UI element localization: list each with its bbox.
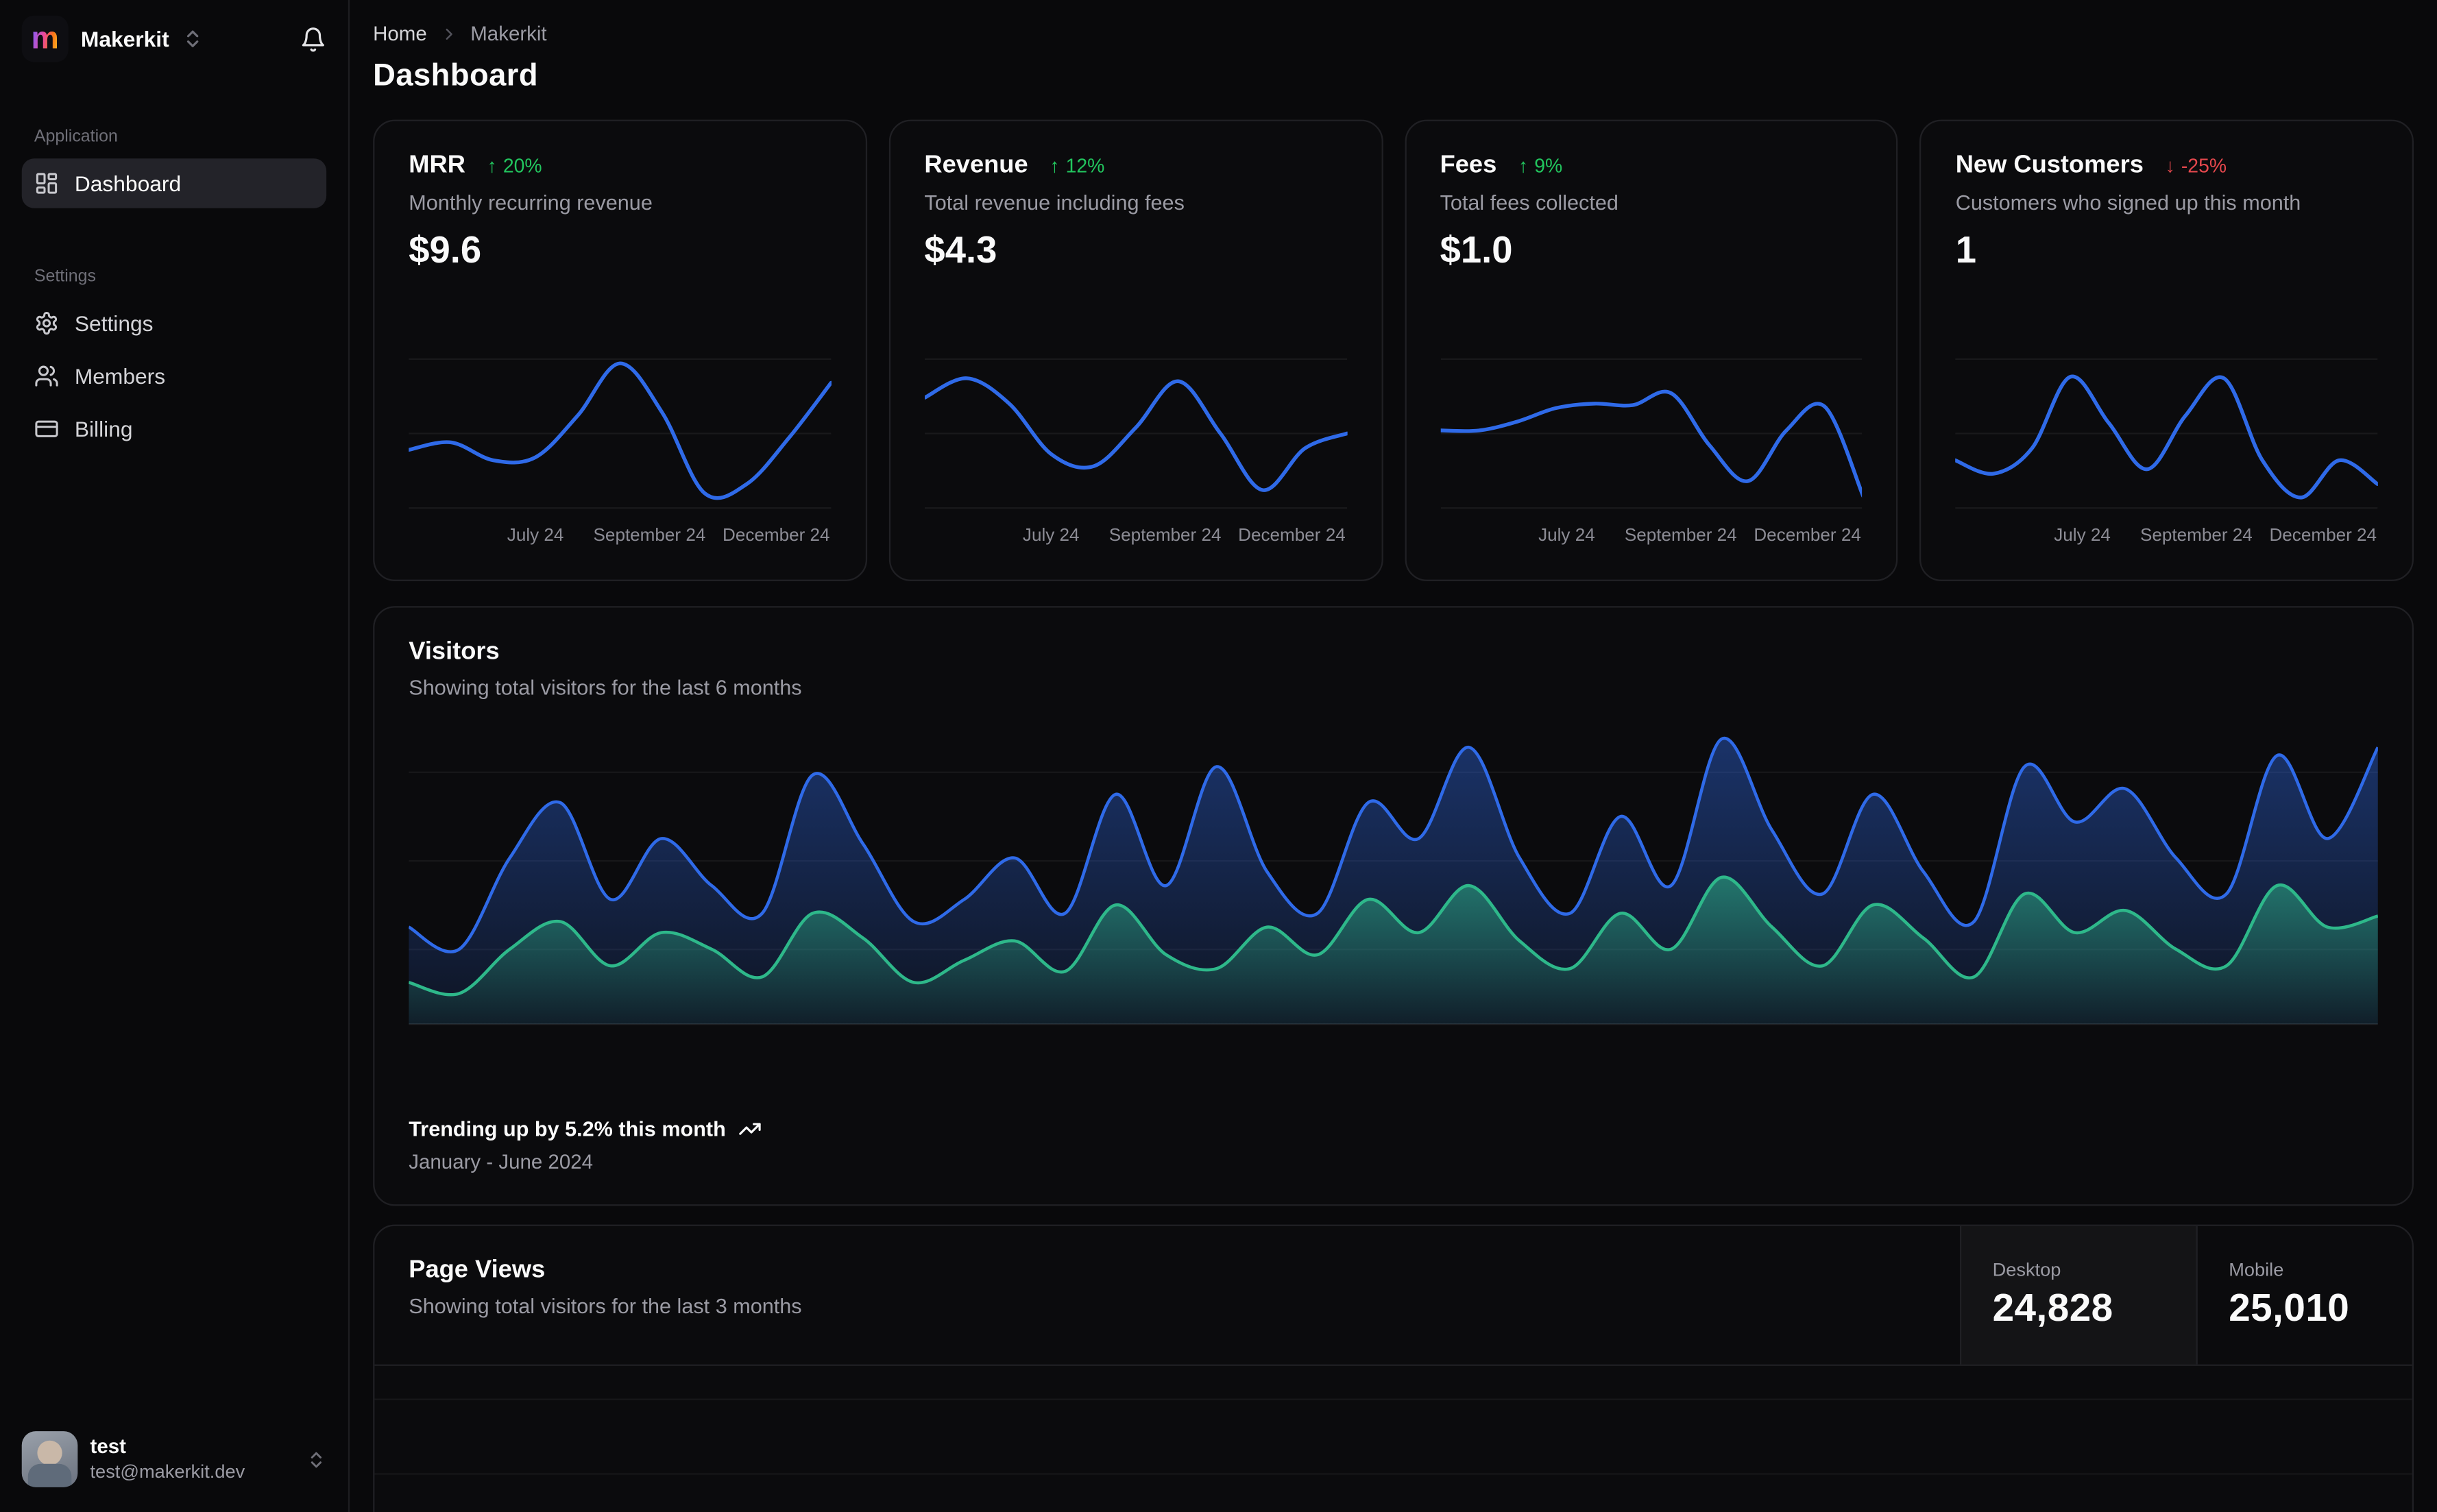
visitors-title: Visitors (409, 638, 500, 666)
visitors-subtitle: Showing total visitors for the last 6 mo… (409, 676, 802, 700)
chevrons-up-down-icon (306, 1449, 326, 1469)
sidebar-item-label: Members (74, 363, 166, 389)
sparkline-chart: July 24 September 24 December 24 (924, 347, 1347, 555)
stat-subtitle: Customers who signed up this month (1955, 191, 2301, 215)
trending-up-icon (738, 1117, 762, 1141)
page-views-header: Page Views Showing total visitors for th… (374, 1226, 2412, 1366)
arrow-up-icon: ↑ (487, 155, 497, 178)
sidebar-item-billing[interactable]: Billing (22, 404, 326, 454)
axis-tick: September 24 (2139, 526, 2253, 546)
sparkline-chart: July 24 September 24 December 24 (1440, 347, 1863, 555)
stat-title: Revenue (924, 152, 1028, 179)
notifications-bell-icon[interactable] (300, 25, 327, 52)
sidebar-nav: Application Dashboard Settings Settings … (0, 75, 348, 457)
axis-tick: July 24 (2054, 526, 2111, 546)
arrow-up-icon: ↑ (1050, 155, 1060, 178)
chevrons-up-down-icon[interactable] (182, 28, 204, 50)
axis-tick: December 24 (723, 526, 830, 546)
stat-value: $9.6 (409, 230, 482, 272)
makerkit-logo: m (21, 15, 69, 62)
sidebar-item-settings[interactable]: Settings (22, 298, 326, 348)
axis-tick: December 24 (1754, 526, 1861, 546)
breadcrumb-home-link[interactable]: Home (373, 22, 427, 45)
user-name: test (90, 1435, 126, 1459)
arrow-down-icon: ↓ (2165, 155, 2175, 178)
trend-badge: ↑ 20% (487, 155, 542, 178)
stat-card-mrr: MRR ↑ 20% Monthly recurring revenue $9.6 … (373, 119, 867, 581)
nav-section-settings: Settings (34, 267, 97, 286)
visitors-area-chart (409, 727, 2378, 1025)
axis-tick: September 24 (1624, 526, 1737, 546)
stat-card-new-customers: New Customers ↓ -25% Customers who signed… (1919, 119, 2414, 581)
sidebar: m Makerkit Application Dashboard Setting… (0, 0, 350, 1512)
axis-tick: September 24 (1108, 526, 1222, 546)
breadcrumb-current: Makerkit (470, 21, 547, 45)
stat-subtitle: Total revenue including fees (924, 191, 1185, 215)
sidebar-item-dashboard[interactable]: Dashboard (21, 158, 327, 208)
app-window: m Makerkit Application Dashboard Setting… (0, 0, 2437, 1512)
chevron-right-icon (439, 24, 458, 42)
axis-tick: September 24 (593, 526, 706, 546)
page-views-bar-chart (374, 1366, 2412, 1512)
credit-card-icon (34, 417, 59, 441)
stat-title: MRR (409, 152, 465, 179)
stat-value: $4.3 (924, 230, 997, 272)
user-email: test@makerkit.dev (90, 1460, 245, 1483)
page-views-card: Page Views Showing total visitors for th… (373, 1224, 2414, 1512)
toggle-desktop[interactable]: Desktop 24,828 (1959, 1226, 2196, 1365)
axis-tick: July 24 (507, 526, 564, 546)
sidebar-item-label: Billing (74, 416, 133, 441)
users-icon (34, 364, 59, 389)
stat-cards-row: MRR ↑ 20% Monthly recurring revenue $9.6 … (373, 119, 2414, 581)
trend-badge: ↑ 12% (1050, 155, 1105, 178)
stat-title: Fees (1440, 152, 1497, 179)
axis-tick: July 24 (1538, 526, 1595, 546)
axis-tick: July 24 (1022, 526, 1080, 546)
mobile-value: 25,010 (2229, 1287, 2350, 1330)
visitors-trend-text: Trending up by 5.2% this month (409, 1117, 726, 1141)
sidebar-item-label: Dashboard (74, 171, 182, 196)
axis-tick: December 24 (2269, 526, 2377, 546)
breadcrumb: Home Makerkit (373, 22, 2414, 45)
sparkline-chart: July 24 September 24 December 24 (409, 347, 832, 555)
stat-card-revenue: Revenue ↑ 12% Total revenue including fee… (888, 119, 1383, 581)
visitors-period: January - June 2024 (409, 1149, 594, 1173)
stat-subtitle: Monthly recurring revenue (409, 191, 653, 215)
dashboard-grid-icon (34, 171, 59, 195)
gear-icon (34, 310, 59, 335)
page-title: Dashboard (373, 59, 539, 94)
avatar (21, 1431, 78, 1487)
page-views-title: Page Views (409, 1257, 546, 1284)
sidebar-item-label: Settings (74, 310, 154, 336)
arrow-up-icon: ↑ (1518, 155, 1529, 178)
visitors-footer: Trending up by 5.2% this month January -… (409, 1117, 2378, 1173)
axis-tick: December 24 (1238, 526, 1346, 546)
sparkline-chart: July 24 September 24 December 24 (1955, 347, 2378, 555)
toggle-mobile[interactable]: Mobile 25,010 (2196, 1226, 2412, 1365)
nav-section-application: Application (34, 127, 118, 147)
visitors-card: Visitors Showing total visitors for the … (373, 606, 2414, 1206)
desktop-value: 24,828 (1992, 1287, 2113, 1330)
mobile-label: Mobile (2229, 1258, 2284, 1281)
workspace-selector[interactable]: m Makerkit (0, 0, 348, 75)
workspace-name: Makerkit (80, 26, 169, 51)
trend-badge: ↑ 9% (1518, 155, 1563, 178)
desktop-label: Desktop (1992, 1258, 2061, 1281)
user-menu[interactable]: test test@makerkit.dev (0, 1413, 348, 1512)
stat-value: 1 (1955, 230, 1977, 272)
main-content: Home Makerkit Dashboard MRR ↑ 20% Monthly… (350, 0, 2437, 1512)
stat-value: $1.0 (1440, 230, 1513, 272)
page-views-subtitle: Showing total visitors for the last 3 mo… (409, 1294, 802, 1318)
trend-badge: ↓ -25% (2165, 155, 2227, 178)
logo-letter: m (31, 21, 59, 56)
sidebar-item-members[interactable]: Members (22, 351, 326, 401)
stat-title: New Customers (1955, 152, 2144, 179)
stat-card-fees: Fees ↑ 9% Total fees collected $1.0 July … (1404, 119, 1898, 581)
stat-subtitle: Total fees collected (1440, 191, 1618, 215)
